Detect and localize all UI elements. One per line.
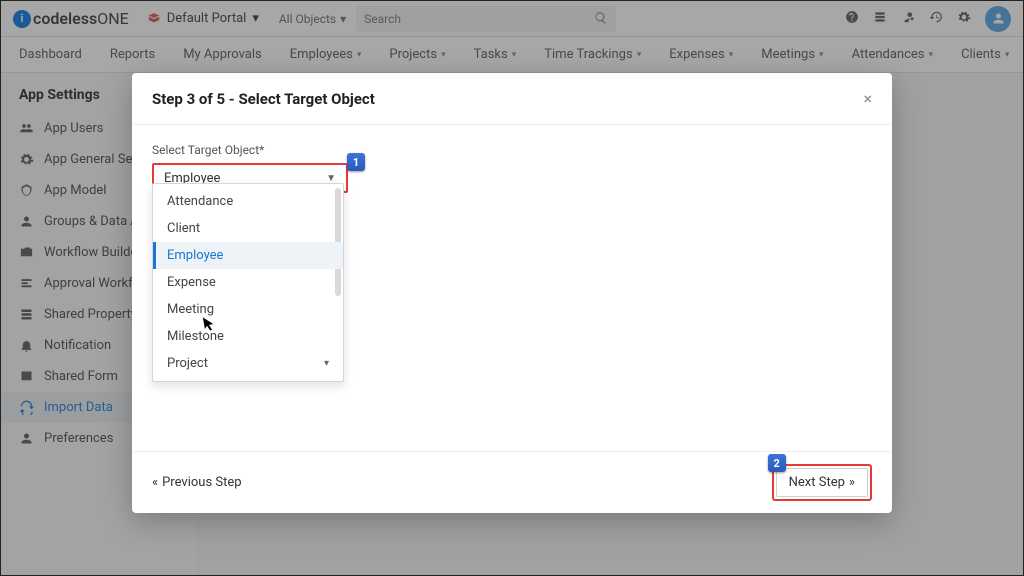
option-label: Expense	[167, 275, 216, 290]
target-object-label: Select Target Object*	[152, 143, 872, 157]
option-label: Attendance	[167, 194, 233, 209]
callout-2: 2	[768, 454, 786, 472]
modal-title: Step 3 of 5 - Select Target Object	[152, 90, 375, 108]
dropdown-option-employee[interactable]: Employee	[153, 242, 343, 269]
close-button[interactable]: ×	[863, 89, 872, 108]
chevron-right-icon: »	[849, 475, 855, 490]
dropdown-option-client[interactable]: Client	[153, 215, 343, 242]
prev-label: Previous Step	[162, 475, 241, 490]
dropdown-option-project[interactable]: Project ▾	[153, 350, 343, 377]
dropdown-option-milestone[interactable]: Milestone	[153, 323, 343, 350]
caret-down-icon: ▾	[324, 358, 329, 369]
modal-body: Select Target Object* Employee ▼ 1 Atten…	[132, 125, 892, 451]
modal-header: Step 3 of 5 - Select Target Object ×	[132, 73, 892, 125]
modal-footer: « Previous Step 2 Next Step »	[132, 451, 892, 513]
import-wizard-modal: Step 3 of 5 - Select Target Object × Sel…	[132, 73, 892, 513]
modal-overlay: Step 3 of 5 - Select Target Object × Sel…	[1, 1, 1023, 575]
caret-down-icon: ▼	[326, 173, 336, 184]
dropdown-option-attendance[interactable]: Attendance	[153, 188, 343, 215]
next-step-button[interactable]: Next Step »	[776, 468, 868, 497]
option-label: Employee	[167, 248, 223, 263]
chevron-left-icon: «	[152, 475, 158, 490]
dropdown-option-meeting[interactable]: Meeting	[153, 296, 343, 323]
previous-step-button[interactable]: « Previous Step	[152, 475, 242, 490]
option-label: Project	[167, 356, 208, 371]
next-label: Next Step	[789, 475, 845, 490]
option-label: Client	[167, 221, 200, 236]
next-step-highlight: 2 Next Step »	[772, 464, 872, 501]
callout-1: 1	[347, 153, 365, 171]
target-object-dropdown: Attendance Client Employee Expense MeetingMi…	[152, 183, 344, 382]
dropdown-option-expense[interactable]: Expense	[153, 269, 343, 296]
